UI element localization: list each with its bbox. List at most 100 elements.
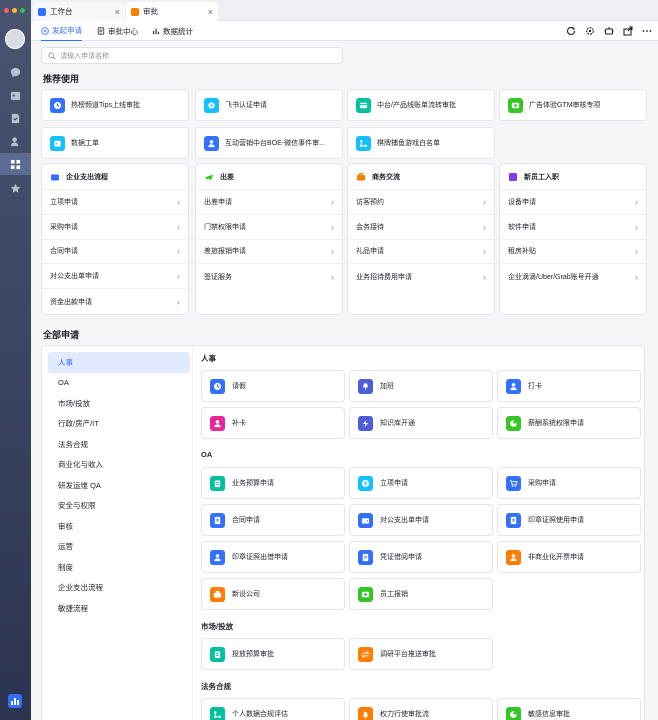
category-item[interactable]: 差旅报销申请 › <box>196 240 342 265</box>
docs-icon[interactable] <box>0 107 31 129</box>
category-item[interactable]: 签证服务 › <box>196 264 342 289</box>
recommended-card[interactable]: 广告体验GTM审核专项 <box>499 89 647 121</box>
category-item-label: 立项申请 <box>50 198 78 206</box>
tab-submit-request[interactable]: 发起申请 <box>41 21 82 41</box>
request-card[interactable]: 采购申请 <box>497 467 641 499</box>
tab-label: 发起申请 <box>52 26 82 35</box>
nav-item[interactable]: OA <box>48 373 190 394</box>
settings-icon[interactable] <box>584 25 595 36</box>
tab-workplace[interactable]: 工作台 × <box>33 2 125 21</box>
request-card[interactable]: 印章证照出借申请 <box>201 541 345 573</box>
category-item[interactable]: 合同申请 › <box>42 240 188 265</box>
request-card[interactable]: 调研平台推送审批 <box>349 638 493 670</box>
request-card[interactable]: 对公支出单申请 <box>349 504 493 536</box>
messages-icon[interactable] <box>0 61 31 83</box>
tab-approval-center[interactable]: 审批中心 <box>97 21 138 41</box>
category-item[interactable]: 门禁权限申请 › <box>196 215 342 240</box>
avatar[interactable] <box>5 29 25 49</box>
request-card[interactable]: 敏感信息审批 <box>497 698 641 720</box>
search-input[interactable]: 请输入申请名称 <box>41 47 343 64</box>
nav-item[interactable]: 法务合规 <box>48 434 190 455</box>
request-card[interactable]: 业务预算申请 <box>201 467 345 499</box>
request-card[interactable]: 非商业化开票申请 <box>497 541 641 573</box>
chevron-right-icon: › <box>635 196 638 207</box>
category-item[interactable]: 立项申请 › <box>42 190 188 215</box>
more-icon[interactable] <box>641 25 652 36</box>
recommended-card[interactable]: 互动营销中台BOE-微信事件审... <box>195 127 343 159</box>
contacts-icon[interactable] <box>0 130 31 152</box>
category-card: 新员工入职 设备申请 › 软件申请 › 租房补贴 › 企业滴滴/Uber/Grab账号开通 › <box>499 163 647 315</box>
request-card[interactable]: 立项申请 <box>349 467 493 499</box>
minimize-window-button[interactable] <box>12 8 17 13</box>
category-item[interactable]: 业务招待费用申请 › <box>348 264 494 289</box>
request-card[interactable]: 补卡 <box>201 407 345 439</box>
close-icon[interactable]: × <box>115 7 120 17</box>
close-icon[interactable]: × <box>208 7 213 17</box>
request-card[interactable]: 凭证借阅申请 <box>349 541 493 573</box>
request-card[interactable]: 印章证照使用申请 <box>497 504 641 536</box>
category-item[interactable]: 设备申请 › <box>500 190 646 215</box>
request-card[interactable]: 权力行使审批流 <box>349 698 493 720</box>
request-label: 个人数据合规评估 <box>232 711 288 718</box>
nav-item[interactable]: 研发运维 QA <box>48 475 190 496</box>
category-item-label: 业务招待费用申请 <box>356 273 412 281</box>
nav-item[interactable]: 企业支出流程 <box>48 578 190 599</box>
cart-icon <box>506 475 521 491</box>
analytics-app-icon[interactable] <box>8 694 22 708</box>
nav-item[interactable]: 敏捷流程 <box>48 598 190 619</box>
category-item[interactable]: 出差申请 › <box>196 190 342 215</box>
category-item[interactable]: 采购申请 › <box>42 215 188 240</box>
request-card[interactable]: 请假 <box>201 370 345 402</box>
request-card[interactable]: 加班 <box>349 370 493 402</box>
category-item[interactable]: 资金出款申请 › <box>42 289 188 314</box>
recommended-card[interactable]: 棋牌捕鱼游戏白名单 <box>347 127 495 159</box>
category-item[interactable]: 软件申请 › <box>500 215 646 240</box>
calendar-icon[interactable] <box>0 84 31 106</box>
request-card[interactable]: 员工报销 <box>349 578 493 610</box>
nav-item[interactable]: 安全与权限 <box>48 496 190 517</box>
close-window-button[interactable] <box>4 8 9 13</box>
workplace-icon[interactable] <box>0 153 31 175</box>
maximize-window-button[interactable] <box>20 8 25 13</box>
category-item-label: 采购申请 <box>50 223 78 231</box>
request-card[interactable]: 个人数据合规评估 <box>201 698 345 720</box>
recommended-card[interactable]: 数据工单 <box>41 127 189 159</box>
nav-item[interactable]: 市场/投放 <box>48 393 190 414</box>
nav-item[interactable]: 审核 <box>48 516 190 537</box>
category-item-label: 门禁权限申请 <box>204 223 246 231</box>
nav-item[interactable]: 制度 <box>48 557 190 578</box>
category-item[interactable]: 企业滴滴/Uber/Grab账号开通 › <box>500 264 646 289</box>
chevron-right-icon: › <box>483 221 486 232</box>
category-item[interactable]: 访客预约 › <box>348 190 494 215</box>
recommended-card[interactable]: 飞书认证申请 <box>195 89 343 121</box>
category-item[interactable]: 对公支出单申请 › <box>42 264 188 290</box>
category-item[interactable]: 租房补贴 › <box>500 240 646 265</box>
chevron-right-icon: › <box>177 221 180 232</box>
tab-approval[interactable]: 审批 × <box>126 2 218 21</box>
recommended-card[interactable]: 中台/产品线账单流转审批 <box>347 89 495 121</box>
nav-item[interactable]: 商业化与收入 <box>48 455 190 476</box>
recommended-card[interactable]: 热榜频道Tips上线审批 <box>41 89 189 121</box>
request-card[interactable]: 投放预算审批 <box>201 638 345 670</box>
category-item[interactable]: 礼品申请 › <box>348 240 494 265</box>
request-card[interactable]: 合同申请 <box>201 504 345 536</box>
nav-item[interactable]: 人事 <box>48 352 190 373</box>
favorites-icon[interactable] <box>0 177 31 199</box>
request-card[interactable]: 打卡 <box>497 370 641 402</box>
tab-statistics[interactable]: 数据统计 <box>152 21 193 41</box>
category-item[interactable]: 会务接待 › <box>348 215 494 240</box>
request-card[interactable]: 新设公司 <box>201 578 345 610</box>
share-icon[interactable] <box>622 25 633 36</box>
wallet-icon <box>50 172 60 182</box>
main-content: 请输入申请名称 推荐使用 热榜频道Tips上线审批 飞书认证申请 中台/产品线账单流… <box>31 41 658 720</box>
refresh-icon[interactable] <box>565 25 576 36</box>
nav-item[interactable]: 运营 <box>48 537 190 558</box>
nav-item[interactable]: 行政/房产/IT <box>48 414 190 435</box>
request-card[interactable]: 知识库开通 <box>349 407 493 439</box>
request-card[interactable]: 薪酬系统权限申请 <box>497 407 641 439</box>
request-label: 加班 <box>380 383 394 390</box>
robot-icon[interactable] <box>603 25 614 36</box>
category-item-label: 企业滴滴/Uber/Grab账号开通 <box>508 273 599 281</box>
search-placeholder: 请输入申请名称 <box>60 52 109 60</box>
category-title: 出差 <box>220 173 234 181</box>
